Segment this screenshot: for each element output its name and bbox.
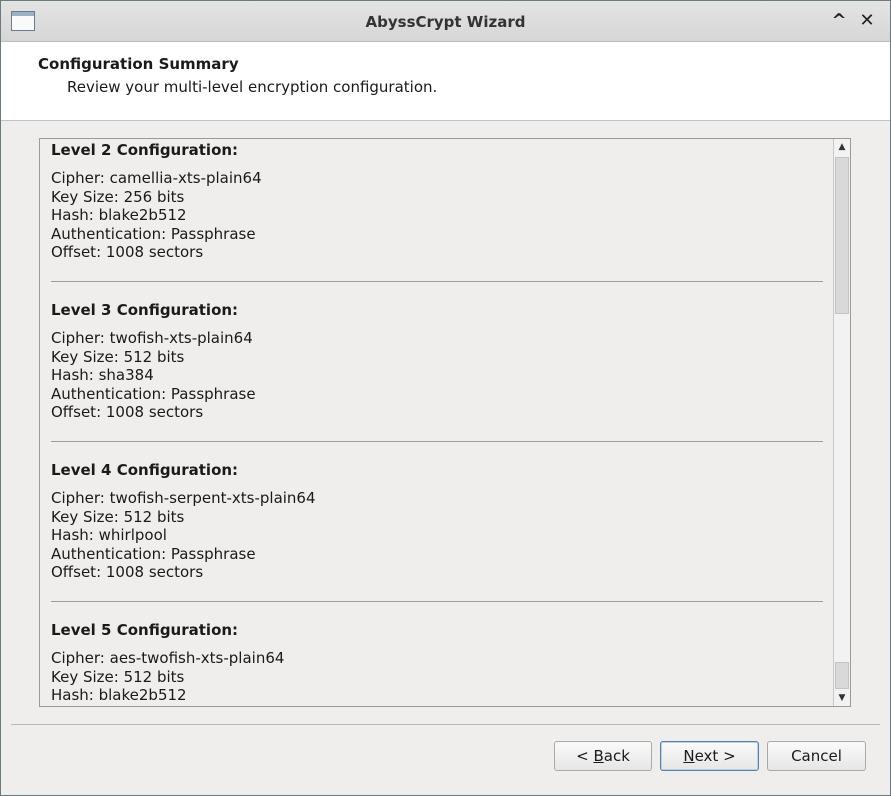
divider xyxy=(51,280,823,282)
close-icon[interactable]: ✕ xyxy=(856,10,878,32)
authentication-line: Authentication: Passphrase xyxy=(51,544,256,563)
title-bar[interactable]: AbyssCrypt Wizard ^ ✕ xyxy=(1,1,890,42)
cipher-line: Cipher: camellia-xts-plain64 xyxy=(51,169,262,187)
summary-content: Level 2 Configuration: Cipher: camellia-… xyxy=(51,139,823,705)
chevron-up-icon[interactable]: ^ xyxy=(828,10,850,32)
level-3-section: Level 3 Configuration: Cipher: twofish-x… xyxy=(51,299,823,422)
level-title: Level 5 Configuration: xyxy=(51,620,239,639)
hash-line: Hash: blake2b512 xyxy=(51,206,187,225)
offset-line: Offset: 1008 sectors xyxy=(51,563,204,582)
cipher-line: Cipher: twofish-serpent-xts-plain64 xyxy=(51,488,316,507)
back-button[interactable]: < Back xyxy=(554,741,652,771)
scrollbar-track-segment[interactable] xyxy=(835,662,849,689)
footer-divider xyxy=(11,724,880,725)
divider xyxy=(51,600,823,602)
next-rest: ext > xyxy=(694,747,736,765)
next-button[interactable]: Next > xyxy=(660,741,759,771)
hash-line: Hash: sha384 xyxy=(51,366,154,385)
window-title: AbyssCrypt Wizard xyxy=(365,13,526,31)
vertical-scrollbar[interactable]: ▲ ▼ xyxy=(833,139,850,706)
level-title: Level 4 Configuration: xyxy=(51,460,239,479)
scrollbar-thumb[interactable] xyxy=(835,157,849,314)
cancel-button[interactable]: Cancel xyxy=(767,741,866,771)
back-mnemonic: B xyxy=(593,747,604,765)
authentication-line: Authentication: Passphrase xyxy=(51,224,256,243)
level-2-section: Level 2 Configuration: Cipher: camellia-… xyxy=(51,139,823,262)
key-size-line: Key Size: 512 bits xyxy=(51,507,185,526)
page-title: Configuration Summary xyxy=(38,55,239,73)
scroll-up-arrow-icon[interactable]: ▲ xyxy=(834,139,850,155)
key-size-line: Key Size: 256 bits xyxy=(51,187,185,206)
level-4-section: Level 4 Configuration: Cipher: twofish-s… xyxy=(51,459,823,582)
wizard-window: AbyssCrypt Wizard ^ ✕ Configuration Summ… xyxy=(0,0,891,796)
cipher-line: Cipher: twofish-xts-plain64 xyxy=(51,328,253,347)
level-title: Level 3 Configuration: xyxy=(51,300,239,319)
wizard-header: Configuration Summary Review your multi-… xyxy=(1,42,890,121)
offset-line: Offset: 1008 sectors xyxy=(51,243,204,262)
back-rest: ack xyxy=(603,747,630,765)
authentication-line: Authentication: Passphrase xyxy=(51,384,256,403)
key-size-line: Key Size: 512 bits xyxy=(51,667,185,686)
back-prefix: < xyxy=(576,747,594,765)
divider xyxy=(51,440,823,442)
summary-scroll-area[interactable]: Level 2 Configuration: Cipher: camellia-… xyxy=(39,138,851,707)
level-title: Level 2 Configuration: xyxy=(51,141,239,159)
offset-line: Offset: 1008 sectors xyxy=(51,403,204,422)
hash-line: Hash: whirlpool xyxy=(51,526,167,545)
hash-line: Hash: blake2b512 xyxy=(51,686,187,705)
page-subtitle: Review your multi-level encryption confi… xyxy=(67,78,438,96)
next-mnemonic: N xyxy=(683,747,695,765)
cipher-line: Cipher: aes-twofish-xts-plain64 xyxy=(51,648,285,667)
level-5-section: Level 5 Configuration: Cipher: aes-twofi… xyxy=(51,619,823,705)
scroll-down-arrow-icon[interactable]: ▼ xyxy=(834,690,850,706)
key-size-line: Key Size: 512 bits xyxy=(51,347,185,366)
